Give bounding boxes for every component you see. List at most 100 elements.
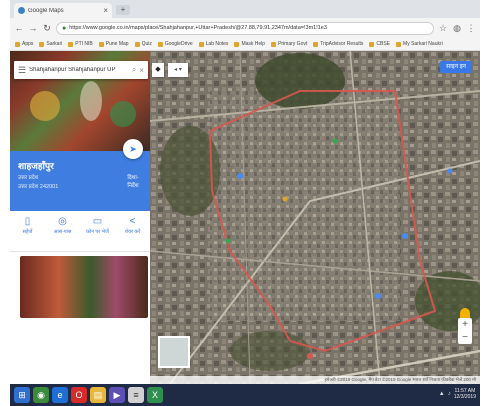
notepad-icon[interactable]: ≡ [128,387,144,403]
bookmark-icon [98,41,104,47]
bookmark-icon [134,41,140,47]
bookmark-item[interactable]: Lab Notes [198,41,229,47]
extension-icon[interactable]: ◍ [452,23,462,34]
action-label: सहेजें [22,229,33,235]
phone-icon: ▭ [92,216,103,227]
bookmark-item[interactable]: Apps [15,41,33,47]
place-header: ➤ दिशा-निर्देश शाहजहाँपुर उत्तर प्रदेश उ… [10,139,150,211]
bookmark-icon [396,41,402,47]
action-share-button[interactable]: < शेयर करें [118,216,148,248]
save-icon: ▯ [24,216,31,227]
browser-toolbar: ← → ↻ ● https://www.google.co.in/maps/pl… [10,18,480,38]
bookmark-label: Quiz [141,41,152,47]
directions-icon[interactable]: ◆ [152,63,164,77]
volume-icon[interactable]: ♪ [448,391,451,397]
start-button-icon[interactable]: ⊞ [14,387,30,403]
place-name: शाहजहाँपुर [18,161,54,171]
action-label: फ़ोन पर भेजें [86,229,109,235]
directions-label: दिशा-निर्देश [127,175,139,189]
bookmark-item[interactable]: Quiz [134,41,152,47]
search-box[interactable]: ☰ Shahjahanpur Shahjahanpur UP ⌕ × [14,61,148,79]
tab-strip: Google Maps × + [10,0,480,18]
sign-in-button[interactable]: साइन इन [440,61,472,73]
bookmark-item[interactable]: My Sarkari Naukri [396,41,443,47]
lock-icon: ● [62,24,67,32]
bookmark-icon [369,41,375,47]
action-nearby-button[interactable]: ◎ आस-पास [48,216,78,248]
bookmark-item[interactable]: Sarkari [39,41,62,47]
bookmark-label: TripAdvisor Results [320,41,364,47]
clock[interactable]: 11:57 AM 12/3/2019 [454,388,476,400]
bookmark-icon [198,41,204,47]
bookmark-label: Pune Map [105,41,129,47]
media-player-icon[interactable]: ▶ [109,387,125,403]
taskbar: ⊞ ◉ e O ▤ ▶ ≡ X ▲ ♪ 11:57 AM 12/3/2019 [10,384,480,406]
divider [10,251,150,252]
bookmark-icon [68,41,74,47]
nearby-icon: ◎ [58,216,67,227]
bookmark-item[interactable]: Primary Govt [271,41,307,47]
bookmark-icon [15,41,20,47]
clear-icon[interactable]: × [139,66,144,75]
address-bar[interactable]: ● https://www.google.co.in/maps/place/Sh… [56,21,434,35]
bookmark-icon [234,41,240,47]
bookmark-icon [313,41,319,47]
place-actions: ▯ सहेजें ◎ आस-पास ▭ फ़ोन पर भेजें < शेयर करें [10,216,150,248]
satellite-map[interactable]: साइन इन + − इमेजरी ©2019 Google, मैप डेट… [150,51,480,384]
bookmark-item[interactable]: GoogleDrive [157,41,193,47]
reload-icon[interactable]: ↻ [42,23,52,34]
excel-icon[interactable]: X [147,387,163,403]
bookmark-item[interactable]: Mask Help [234,41,265,47]
bookmark-label: Primary Govt [278,41,308,47]
bookmark-icon [39,41,45,47]
internet-explorer-icon[interactable]: e [52,387,68,403]
action-label: शेयर करें [124,229,141,235]
search-icon[interactable]: ⌕ [132,65,136,75]
map-imagery [150,51,480,384]
zoom-controls: + − [458,318,472,344]
hamburger-menu-icon[interactable]: ☰ [18,65,26,76]
action-phone-button[interactable]: ▭ फ़ोन पर भेजें [83,216,113,248]
map-footer: इमेजरी ©2019 Google, मैप डेटा ©2019 Goog… [150,376,480,384]
browser-window: Google Maps × + ← → ↻ ● https://www.goog… [10,0,480,406]
back-icon[interactable]: ← [14,23,24,33]
chrome-icon[interactable]: ◉ [33,387,49,403]
place-address: उत्तर प्रदेश 242001 [18,184,59,190]
forward-icon[interactable]: → [28,23,38,33]
bookmark-item[interactable]: PTI NIB [68,41,93,47]
network-icon[interactable]: ▲ [439,391,445,397]
collapse-panel-button[interactable]: ◂ ▾ [168,63,188,77]
directions-button[interactable]: ➤ [123,139,143,159]
bookmark-label: Lab Notes [205,41,229,47]
new-tab-button[interactable]: + [116,5,130,15]
opera-icon[interactable]: O [71,387,87,403]
zoom-out-button[interactable]: − [462,331,468,344]
bookmark-label: Mask Help [241,41,266,47]
place-photo-thumbnail[interactable] [20,256,148,318]
action-save-button[interactable]: ▯ सहेजें [13,216,43,248]
system-tray: ▲ ♪ 11:57 AM 12/3/2019 [439,388,476,400]
map-type-toggle[interactable] [158,336,190,368]
browser-tab[interactable]: Google Maps × [14,3,112,18]
bookmark-icon [157,41,163,47]
file-explorer-icon[interactable]: ▤ [90,387,106,403]
bookmark-item[interactable]: Pune Map [98,41,129,47]
bookmarks-bar: Apps Sarkari PTI NIB Pune Map Quiz GoogleDriv… [10,38,480,51]
maps-favicon-icon [18,7,25,14]
close-tab-icon[interactable]: × [103,6,108,15]
place-subtitle: उत्तर प्रदेश [18,175,39,181]
menu-icon[interactable]: ⋮ [466,23,476,34]
action-label: आस-पास [53,229,72,235]
share-icon: < [129,216,136,227]
bookmark-label: Sarkari [46,41,63,47]
bookmark-icon [271,41,277,47]
bookmark-item[interactable]: TripAdvisor Results [313,41,363,47]
star-icon[interactable]: ☆ [438,23,448,34]
address-url: https://www.google.co.in/maps/place/Shah… [69,25,327,31]
zoom-in-button[interactable]: + [462,318,468,331]
tab-title: Google Maps [28,7,64,14]
bookmark-item[interactable]: CBSE [369,41,390,47]
search-input[interactable]: Shahjahanpur Shahjahanpur UP [29,67,129,73]
bookmark-label: My Sarkari Naukri [403,41,443,47]
bookmark-label: CBSE [376,41,391,47]
